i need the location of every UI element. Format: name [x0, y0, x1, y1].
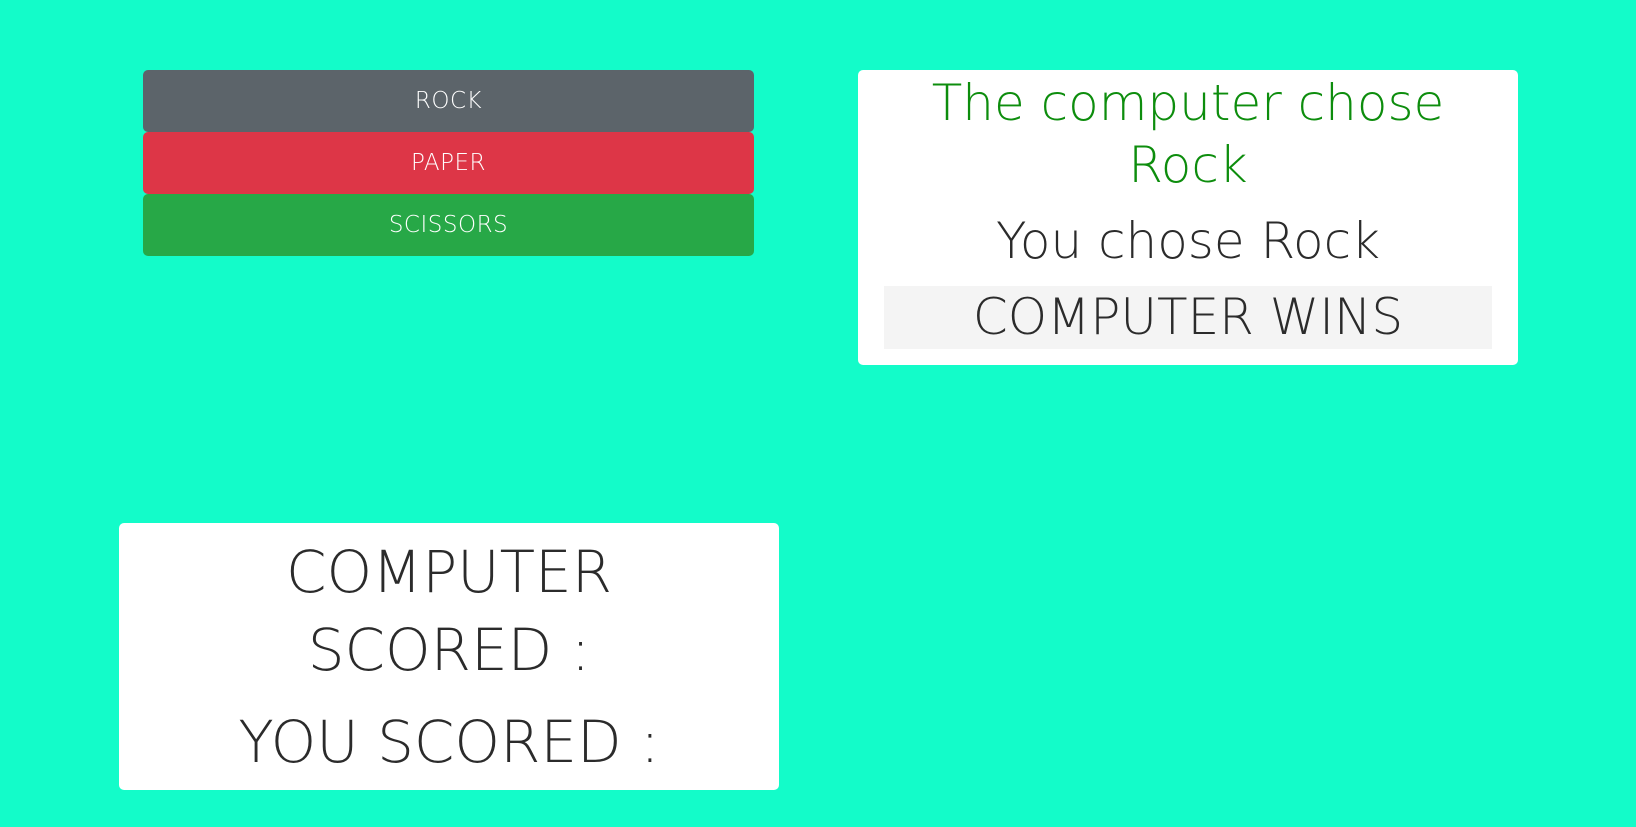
round-verdict: COMPUTER WINS	[884, 286, 1492, 349]
paper-button[interactable]: PAPER	[143, 132, 754, 194]
computer-score-text: COMPUTER SCORED :	[286, 538, 612, 684]
user-choice-text: You chose Rock	[995, 212, 1381, 270]
score-card: COMPUTER SCORED : YOU SCORED :	[119, 523, 779, 790]
computer-choice-text: The computer chose Rock	[931, 74, 1445, 194]
rock-button[interactable]: ROCK	[143, 70, 754, 132]
scissors-button[interactable]: SCISSORS	[143, 194, 754, 256]
choice-buttons-panel: ROCK PAPER SCISSORS	[143, 70, 754, 256]
result-card: The computer chose Rock You chose Rock C…	[858, 70, 1518, 365]
user-score-text: YOU SCORED :	[238, 708, 660, 776]
